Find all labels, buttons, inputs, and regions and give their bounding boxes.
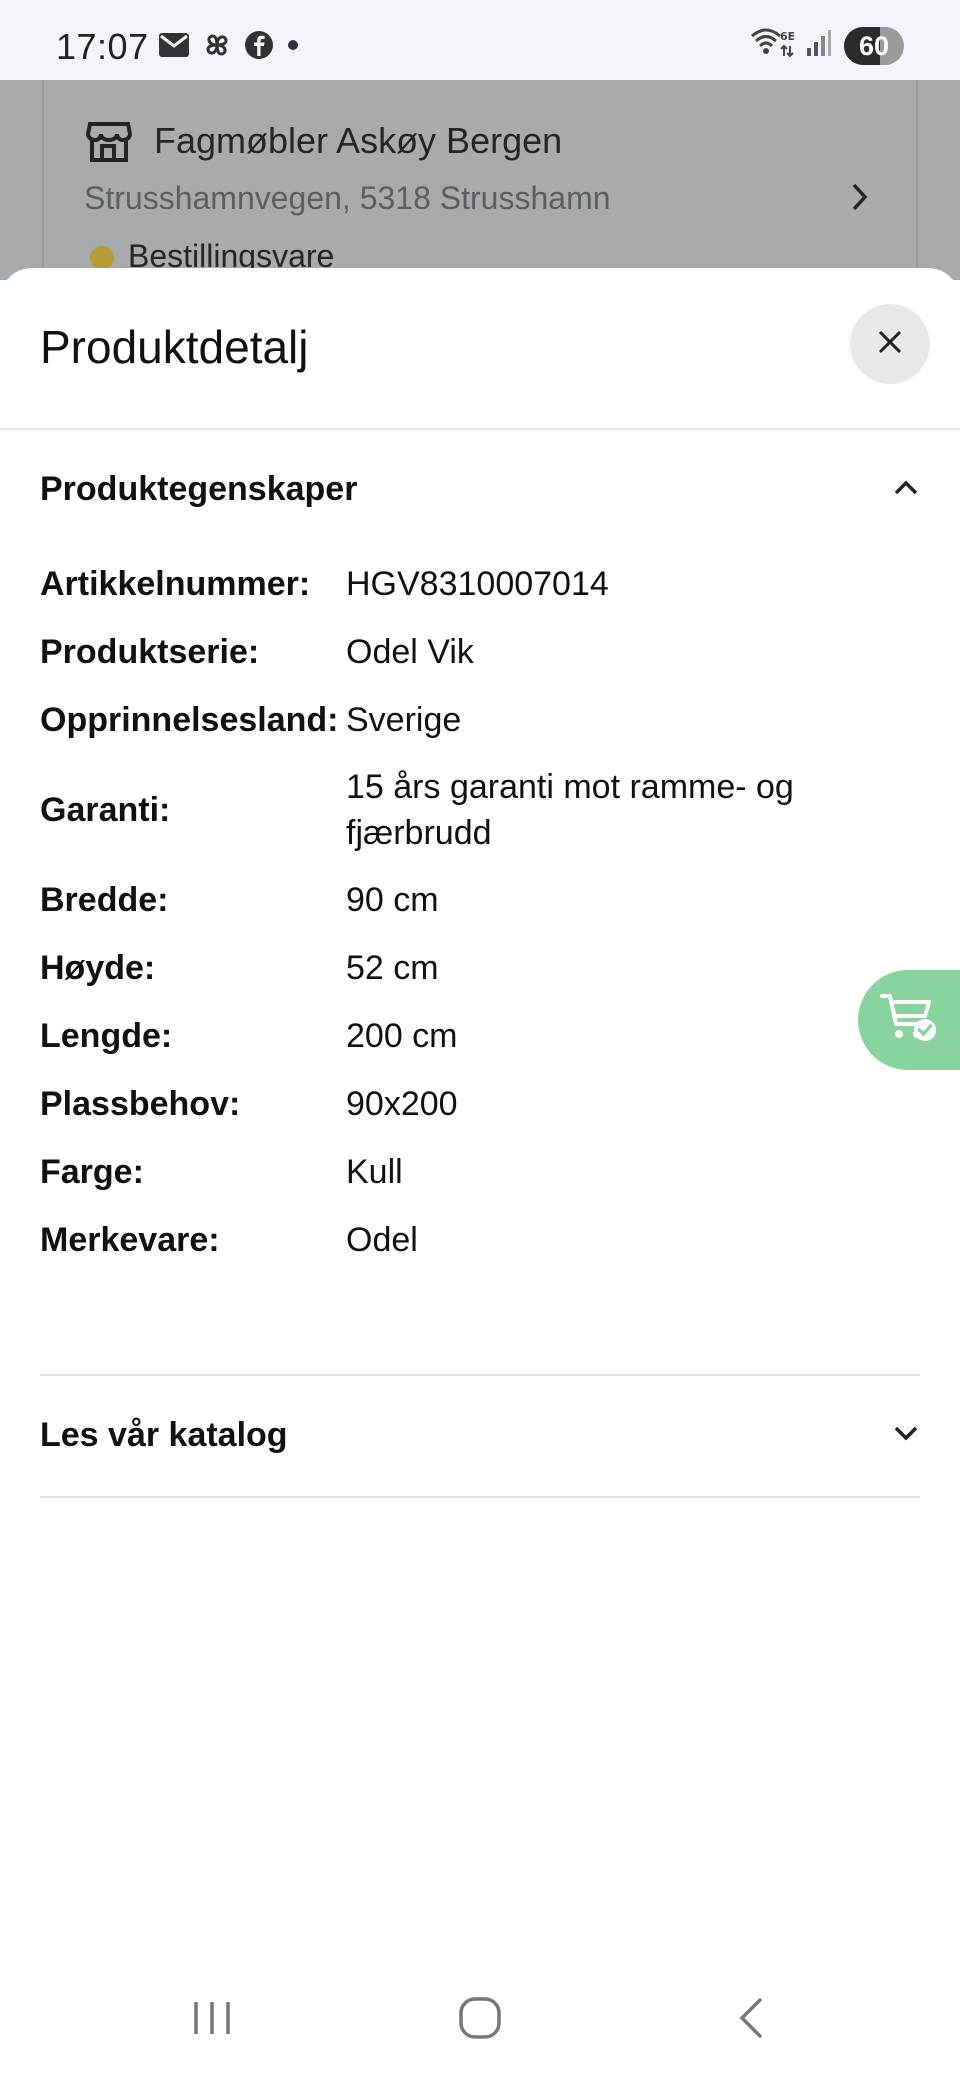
catalog-section-header[interactable]: Les vår katalog [40, 1416, 920, 1455]
property-value: Sverige [346, 701, 462, 739]
property-row: Garanti: 15 års garanti mot ramme- og fj… [40, 754, 920, 866]
store-card: Fagmøbler Askøy Bergen Strusshamnvegen, … [42, 80, 918, 300]
property-value: HGV8310007014 [346, 565, 609, 603]
status-bar: 17:07 6E 60 [0, 0, 960, 80]
battery-icon: 60 [844, 26, 904, 65]
property-row: Lengde: 200 cm [40, 1002, 920, 1070]
property-value: Odel [346, 1221, 418, 1259]
property-value: Odel Vik [346, 633, 474, 671]
chevron-down-icon [892, 1423, 920, 1448]
property-label: Plassbehov: [40, 1084, 241, 1123]
property-label: Farge: [40, 1152, 144, 1191]
property-row: Plassbehov: 90x200 [40, 1070, 920, 1138]
store-name: Fagmøbler Askøy Bergen [154, 120, 563, 161]
property-value: 200 cm [346, 1017, 458, 1055]
property-label: Bredde: [40, 880, 169, 919]
back-icon[interactable] [734, 1996, 768, 2045]
property-label: Høyde: [40, 948, 156, 987]
background-page-overlay[interactable]: Fagmøbler Askøy Bergen Strusshamnvegen, … [0, 80, 960, 300]
divider [40, 1496, 920, 1498]
property-row: Høyde: 52 cm [40, 934, 920, 1002]
store-status-dot [90, 246, 114, 270]
property-label: Garanti: [40, 790, 171, 829]
status-icons-left [158, 30, 300, 65]
property-row: Farge: Kull [40, 1138, 920, 1206]
property-value: 90 cm [346, 881, 439, 919]
property-value: Kull [346, 1153, 403, 1191]
chevron-right-icon [850, 182, 870, 217]
gmail-icon [158, 32, 190, 63]
status-icons-right: 6E 60 [750, 26, 904, 65]
svg-text:6E: 6E [780, 30, 794, 43]
cart-check-icon [879, 990, 939, 1051]
property-label: Produktserie: [40, 632, 260, 671]
property-row: Opprinnelsesland: Sverige [40, 686, 920, 754]
property-value: 52 cm [346, 949, 439, 987]
property-label: Merkevare: [40, 1220, 220, 1259]
facebook-icon [244, 30, 274, 65]
property-row: Bredde: 90 cm [40, 866, 920, 934]
properties-section-header[interactable]: Produktegenskaper [40, 470, 920, 509]
store-address: Strusshamnvegen, 5318 Strusshamn [84, 180, 611, 216]
wifi-6e-icon: 6E [750, 26, 795, 65]
property-label: Artikkelnummer: [40, 564, 311, 603]
pinwheel-icon [202, 30, 232, 65]
properties-list: Artikkelnummer: HGV8310007014 Produktser… [40, 550, 920, 1274]
store-icon [85, 118, 133, 169]
property-row: Produktserie: Odel Vik [40, 618, 920, 686]
status-time: 17:07 [56, 26, 149, 67]
property-value: 90x200 [346, 1085, 458, 1123]
dot-icon [286, 38, 300, 57]
property-value: 15 års garanti mot ramme- og fjærbrudd [346, 768, 794, 852]
divider [40, 1374, 920, 1376]
close-icon [876, 328, 904, 361]
property-label: Opprinnelsesland: [40, 700, 339, 739]
sheet-title: Produktdetalj [40, 321, 309, 373]
property-row: Artikkelnummer: HGV8310007014 [40, 550, 920, 618]
properties-section-title: Produktegenskaper [40, 470, 358, 508]
navigation-bar [0, 1960, 960, 2080]
close-button[interactable] [850, 304, 930, 384]
recent-apps-icon[interactable] [190, 1996, 234, 2045]
sheet-header: Produktdetalj [0, 268, 960, 430]
product-detail-sheet: Produktdetalj Produktegenskaper Artikkel… [0, 268, 960, 2080]
cart-button[interactable] [858, 970, 960, 1070]
signal-icon [806, 28, 832, 63]
property-row: Merkevare: Odel [40, 1206, 920, 1274]
catalog-section-title: Les vår katalog [40, 1416, 288, 1454]
home-icon[interactable] [458, 1996, 502, 2045]
battery-level: 60 [858, 30, 890, 61]
property-label: Lengde: [40, 1016, 173, 1055]
chevron-up-icon [892, 477, 920, 502]
